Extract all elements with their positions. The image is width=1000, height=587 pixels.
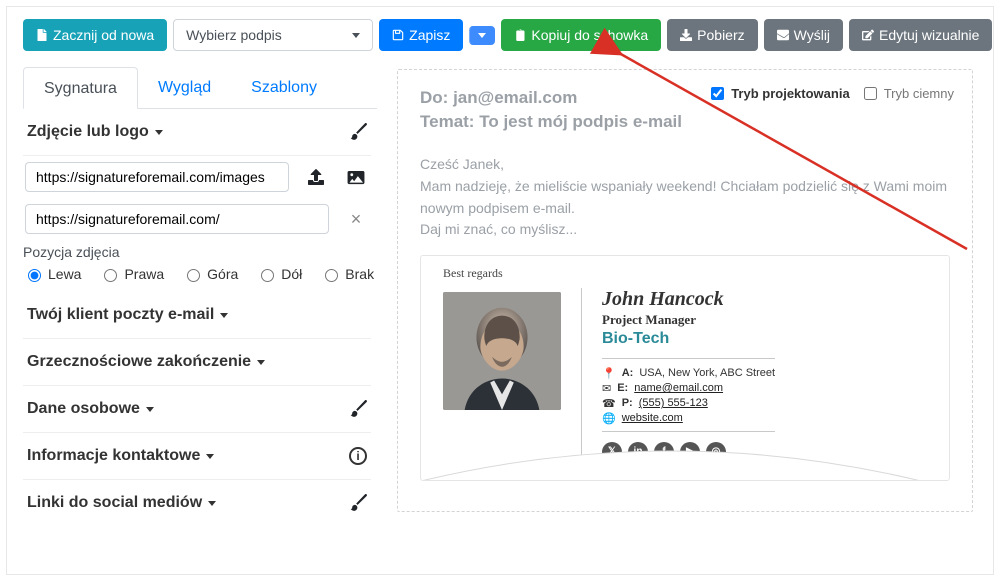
- signature-card: Best regards: [420, 255, 950, 481]
- upload-icon[interactable]: [303, 162, 329, 192]
- section-social-label: Linki do social mediów: [27, 494, 202, 512]
- chevron-down-icon: [146, 407, 154, 412]
- phone-icon: ☎: [602, 397, 616, 410]
- start-over-label: Zacznij od nowa: [53, 26, 154, 44]
- clear-icon[interactable]: ×: [343, 204, 369, 234]
- info-icon[interactable]: i: [349, 447, 367, 465]
- chevron-down-icon: [352, 33, 360, 38]
- image-icon[interactable]: [343, 162, 369, 192]
- section-contact[interactable]: Informacje kontaktowe i: [23, 433, 371, 480]
- start-over-button[interactable]: Zacznij od nowa: [23, 19, 167, 51]
- send-label: Wyślij: [794, 26, 830, 44]
- download-button[interactable]: Pobierz: [667, 19, 757, 51]
- tab-look[interactable]: Wygląd: [138, 67, 231, 108]
- edit-button[interactable]: Edytuj wizualnie: [849, 19, 992, 51]
- send-button[interactable]: Wyślij: [764, 19, 843, 51]
- section-client-label: Twój klient poczty e-mail: [27, 306, 214, 324]
- signature-select-label: Wybierz podpis: [186, 26, 282, 44]
- mail-icon: [777, 29, 789, 41]
- preview-subject: Temat: To jest mój podpis e-mail: [420, 112, 950, 132]
- section-personal-label: Dane osobowe: [27, 400, 140, 418]
- download-icon: [680, 29, 692, 41]
- dark-mode-checkbox[interactable]: Tryb ciemny: [860, 84, 954, 103]
- section-contact-label: Informacje kontaktowe: [27, 447, 200, 465]
- section-greeting-label: Grzecznościowe zakończenie: [27, 353, 251, 371]
- radio-left[interactable]: Lewa: [23, 266, 81, 282]
- section-personal[interactable]: Dane osobowe: [23, 386, 371, 433]
- signature-title: Project Manager: [602, 312, 775, 328]
- brush-icon[interactable]: [349, 123, 367, 141]
- tab-templates[interactable]: Szablony: [231, 67, 337, 108]
- signature-regards: Best regards: [443, 266, 503, 281]
- signature-email: ✉E: name@email.com: [602, 382, 775, 395]
- brush-icon[interactable]: [349, 400, 367, 418]
- tab-signature[interactable]: Sygnatura: [23, 67, 138, 109]
- signature-web: 🌐website.com: [602, 412, 775, 425]
- signature-phone: ☎P: (555) 555-123: [602, 397, 775, 410]
- brush-icon[interactable]: [349, 494, 367, 512]
- radio-none[interactable]: Brak: [320, 266, 374, 282]
- caret-down-icon: [478, 33, 486, 38]
- copy-button[interactable]: Kopiuj do schowka: [501, 19, 661, 51]
- save-label: Zapisz: [409, 26, 450, 44]
- chevron-down-icon: [155, 130, 163, 135]
- clipboard-icon: [514, 29, 526, 41]
- signature-select[interactable]: Wybierz podpis: [173, 19, 373, 51]
- edit-icon: [862, 29, 874, 41]
- radio-right[interactable]: Prawa: [99, 266, 164, 282]
- preview-body: Cześć Janek, Mam nadzieję, że mieliście …: [420, 154, 950, 241]
- chevron-down-icon: [220, 313, 228, 318]
- save-button[interactable]: Zapisz: [379, 19, 463, 51]
- section-social[interactable]: Linki do social mediów: [23, 480, 371, 526]
- tabs: Sygnatura Wygląd Szablony: [23, 67, 377, 109]
- mail-icon: ✉: [602, 382, 611, 395]
- globe-icon: 🌐: [602, 412, 616, 425]
- curve-decoration: [421, 441, 921, 481]
- avatar: [443, 292, 561, 410]
- file-icon: [36, 29, 48, 41]
- chevron-down-icon: [206, 454, 214, 459]
- section-photo-label: Zdjęcie lub logo: [27, 123, 149, 141]
- signature-name: John Hancock: [602, 288, 775, 311]
- copy-label: Kopiuj do schowka: [531, 26, 648, 44]
- radio-bottom[interactable]: Dół: [256, 266, 302, 282]
- signature-company: Bio-Tech: [602, 330, 775, 348]
- design-mode-checkbox[interactable]: Tryb projektowania: [707, 84, 849, 103]
- download-label: Pobierz: [697, 26, 744, 44]
- save-icon: [392, 29, 404, 41]
- save-dropdown-button[interactable]: [469, 26, 495, 45]
- radio-top[interactable]: Góra: [182, 266, 238, 282]
- pin-icon: 📍: [602, 367, 616, 380]
- link-url-input[interactable]: [25, 204, 329, 234]
- section-greeting[interactable]: Grzecznościowe zakończenie: [23, 339, 371, 386]
- preview-panel: Tryb projektowania Tryb ciemny Do: jan@e…: [397, 69, 973, 512]
- chevron-down-icon: [208, 501, 216, 506]
- edit-label: Edytuj wizualnie: [879, 26, 979, 44]
- chevron-down-icon: [257, 360, 265, 365]
- signature-address: 📍A: USA, New York, ABC Street: [602, 367, 775, 380]
- image-url-input[interactable]: [25, 162, 289, 192]
- section-client[interactable]: Twój klient poczty e-mail: [23, 292, 371, 339]
- position-label: Pozycja zdjęcia: [23, 240, 371, 262]
- section-photo[interactable]: Zdjęcie lub logo: [23, 109, 371, 156]
